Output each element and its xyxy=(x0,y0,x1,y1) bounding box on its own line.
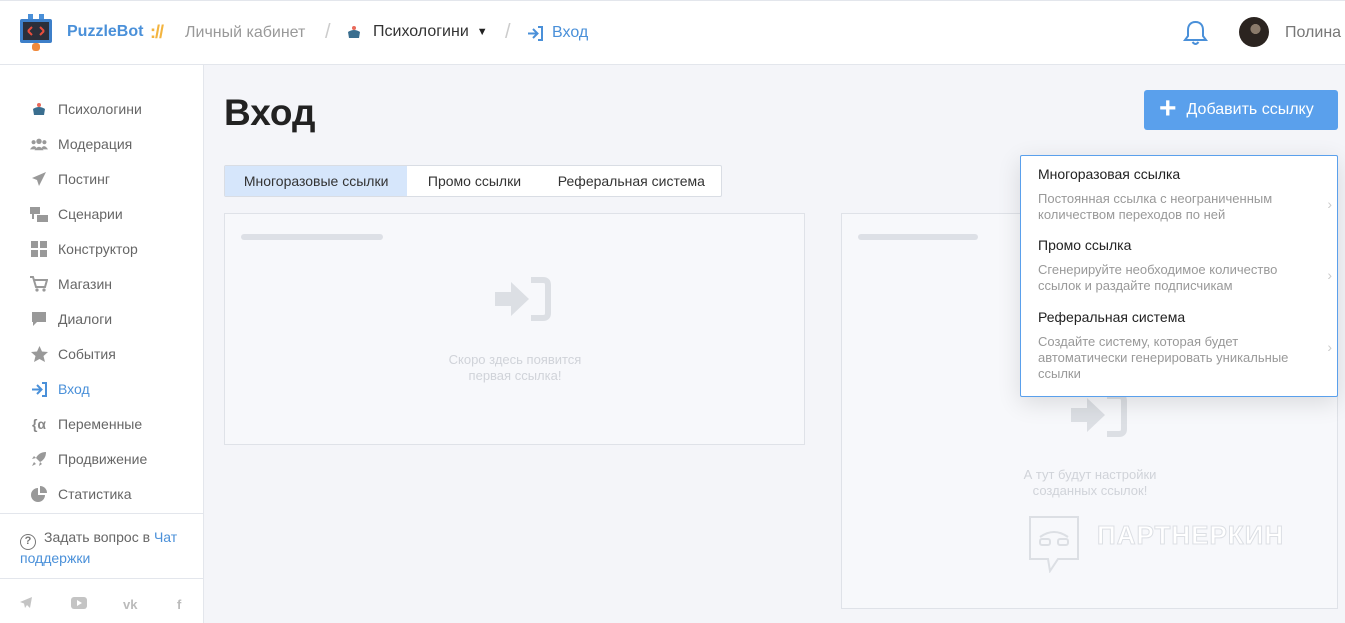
watermark-text: ПАРТНЕРКИН xyxy=(1096,520,1285,551)
dropdown-item-description: Сгенерируйте необходимое количество ссыл… xyxy=(1038,262,1278,293)
cake-icon xyxy=(348,26,360,38)
sidebar-item-login[interactable]: Вход xyxy=(30,378,90,400)
top-header: PuzzleBot :// Личный кабинет / Психологи… xyxy=(0,0,1345,65)
youtube-icon[interactable] xyxy=(71,597,87,612)
page-title: Вход xyxy=(224,92,316,133)
dropdown-item-description: Создайте систему, которая будет автомати… xyxy=(1038,334,1289,381)
tab-promo-links[interactable]: Промо ссылки xyxy=(407,166,541,196)
sign-in-icon xyxy=(495,277,551,321)
paper-plane-icon xyxy=(30,170,48,188)
sign-in-icon xyxy=(30,380,48,398)
brand-name[interactable]: PuzzleBot xyxy=(67,23,143,41)
rocket-icon xyxy=(30,450,48,468)
tab-referral-system[interactable]: Реферальная система xyxy=(542,166,721,196)
add-link-button[interactable]: + Добавить ссылку xyxy=(1144,90,1338,130)
dropdown-item-title: Многоразовая ссылка xyxy=(1038,166,1181,182)
avatar[interactable] xyxy=(1239,17,1269,47)
breadcrumb-current-label: Вход xyxy=(552,24,589,41)
add-link-dropdown: Многоразовая ссылка Постоянная ссылка с … xyxy=(1020,155,1338,397)
sidebar-item-label: Постинг xyxy=(58,171,110,187)
add-link-button-label: Добавить ссылку xyxy=(1186,101,1314,118)
sidebar-item-moderation[interactable]: Модерация xyxy=(30,133,132,155)
sidebar-item-label: Продвижение xyxy=(58,451,148,467)
cake-icon xyxy=(30,100,48,118)
empty-state-text: А тут будут настройки созданных ссылок! xyxy=(1023,467,1157,498)
breadcrumb-current[interactable]: Вход xyxy=(527,24,588,42)
sidebar-item-label: Переменные xyxy=(58,416,143,432)
chat-icon xyxy=(30,310,48,328)
scenario-icon xyxy=(30,205,48,223)
users-icon xyxy=(30,135,48,153)
sign-in-icon xyxy=(1071,393,1127,437)
project-selector[interactable]: Психологини ▼ xyxy=(347,23,488,41)
dropdown-item-reusable-link[interactable]: Многоразовая ссылка Постоянная ссылка с … xyxy=(1038,166,1332,223)
sidebar-item-events[interactable]: События xyxy=(30,343,116,365)
dropdown-item-referral-system[interactable]: Реферальная система Создайте систему, ко… xyxy=(1038,309,1332,382)
bell-icon[interactable] xyxy=(1183,20,1208,46)
vk-icon[interactable]: vk xyxy=(123,597,137,612)
dropdown-item-title: Реферальная система xyxy=(1038,309,1186,325)
cart-icon xyxy=(30,275,48,293)
star-icon xyxy=(30,345,48,363)
sidebar-item-label: Модерация xyxy=(58,136,133,152)
pie-chart-icon xyxy=(30,485,48,503)
sidebar-item-promotion[interactable]: Продвижение xyxy=(30,448,147,470)
dropdown-item-title: Промо ссылка xyxy=(1038,237,1132,253)
tab-reusable-links[interactable]: Многоразовые ссылки xyxy=(225,166,408,196)
sidebar-item-label: Вход xyxy=(58,381,90,397)
dropdown-item-description: Постоянная ссылка с неограниченным колич… xyxy=(1038,191,1273,222)
sign-in-icon xyxy=(528,25,543,41)
variable-icon: {α xyxy=(31,416,47,432)
caret-down-icon: ▼ xyxy=(476,26,488,38)
dropdown-item-promo-link[interactable]: Промо ссылка Сгенерируйте необходимое ко… xyxy=(1038,237,1332,294)
sidebar-item-variables[interactable]: {α Переменные xyxy=(30,413,142,435)
sidebar-item-label: Диалоги xyxy=(58,311,113,327)
link-type-tabs: Многоразовые ссылки Промо ссылки Реферал… xyxy=(224,165,722,197)
facebook-icon[interactable]: f xyxy=(177,597,181,612)
sidebar: Психологини Модерация Постинг Сценарии К… xyxy=(0,65,204,623)
skeleton-line xyxy=(241,234,383,240)
sidebar-item-label: Сценарии xyxy=(58,206,123,222)
breadcrumb-separator: / xyxy=(325,21,331,43)
plus-icon: + xyxy=(1159,91,1177,125)
chevron-right-icon: › xyxy=(1327,339,1332,355)
chevron-right-icon: › xyxy=(1327,267,1332,283)
brand-separator: :// xyxy=(150,22,164,42)
sidebar-item-label: Психологини xyxy=(58,101,142,117)
sidebar-item-constructor[interactable]: Конструктор xyxy=(30,238,138,260)
sidebar-item-posting[interactable]: Постинг xyxy=(30,168,110,190)
project-name: Психологини xyxy=(373,23,469,40)
username[interactable]: Полина xyxy=(1285,24,1341,42)
support-text: Задать вопрос в xyxy=(44,529,151,545)
sidebar-item-label: Магазин xyxy=(58,276,113,292)
chevron-right-icon: › xyxy=(1327,196,1332,212)
grid-icon xyxy=(30,240,48,258)
sidebar-item-label: Конструктор xyxy=(58,241,138,257)
social-links: vk f xyxy=(0,578,203,623)
sidebar-item-dialogs[interactable]: Диалоги xyxy=(30,308,112,330)
question-icon: ? xyxy=(20,534,36,550)
skeleton-line xyxy=(858,234,978,240)
sidebar-item-scenarios[interactable]: Сценарии xyxy=(30,203,123,225)
puzzlebot-logo-icon[interactable] xyxy=(19,14,53,54)
breadcrumb-cabinet[interactable]: Личный кабинет xyxy=(185,24,305,42)
sidebar-item-project[interactable]: Психологини xyxy=(30,98,142,120)
sidebar-item-shop[interactable]: Магазин xyxy=(30,273,112,295)
breadcrumb-separator: / xyxy=(505,21,511,43)
sidebar-item-statistics[interactable]: Статистика xyxy=(30,483,132,505)
telegram-icon[interactable] xyxy=(20,597,33,612)
support-block: ? Задать вопрос в Чат поддержки xyxy=(0,513,203,566)
sidebar-item-label: Статистика xyxy=(58,486,132,502)
links-list-card: Скоро здесь появится первая ссылка! xyxy=(224,213,805,445)
empty-state-text: Скоро здесь появится первая ссылка! xyxy=(448,352,582,383)
sidebar-item-label: События xyxy=(58,346,116,362)
